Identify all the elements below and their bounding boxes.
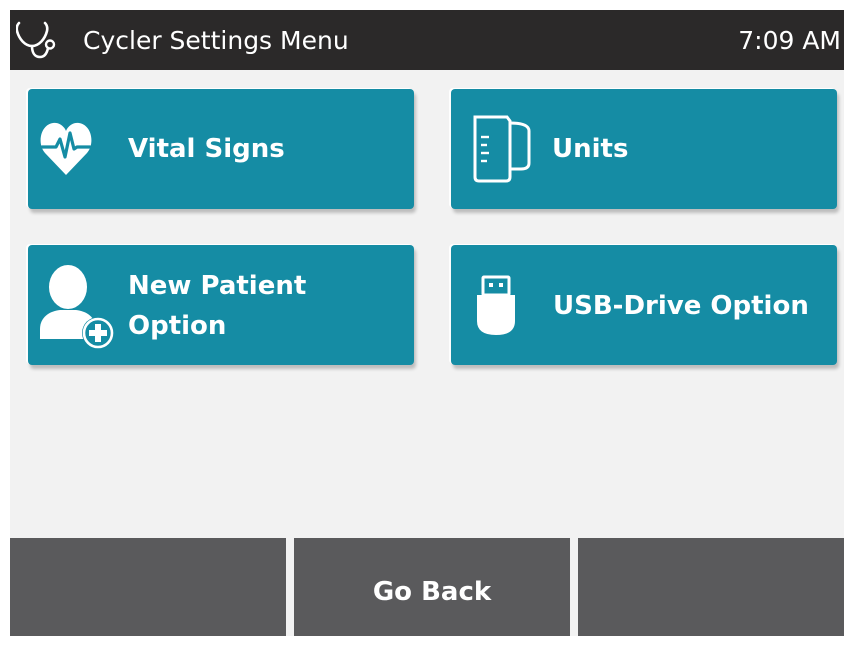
- clock-time: 7:09 AM: [738, 26, 841, 55]
- add-patient-icon: [40, 265, 114, 349]
- usb-drive-icon: [477, 275, 515, 335]
- stethoscope-icon: [16, 21, 56, 59]
- measuring-cup-icon: [473, 115, 531, 183]
- heart-pulse-icon: [40, 122, 92, 175]
- title-bar: Cycler Settings Menu 7:09 AM: [10, 10, 844, 70]
- new-patient-option-button[interactable]: New Patient Option: [28, 245, 414, 365]
- usb-drive-option-button[interactable]: USB-Drive Option: [451, 245, 837, 365]
- new-patient-label-line-2: Option: [128, 311, 227, 341]
- units-label: Units: [552, 134, 629, 164]
- vital-signs-button[interactable]: Vital Signs: [28, 89, 414, 209]
- new-patient-label-line-1: New Patient: [128, 271, 307, 301]
- go-back-button[interactable]: Go Back: [294, 538, 570, 636]
- footer-left-button[interactable]: [10, 538, 286, 636]
- vital-signs-label: Vital Signs: [128, 134, 285, 164]
- units-button[interactable]: Units: [451, 89, 837, 209]
- page-title: Cycler Settings Menu: [83, 26, 349, 55]
- usb-drive-label: USB-Drive Option: [553, 291, 809, 321]
- settings-screen: Cycler Settings Menu 7:09 AM Vital Signs…: [10, 10, 844, 636]
- footer-right-button[interactable]: [578, 538, 844, 636]
- footer-bar: Go Back: [10, 538, 844, 636]
